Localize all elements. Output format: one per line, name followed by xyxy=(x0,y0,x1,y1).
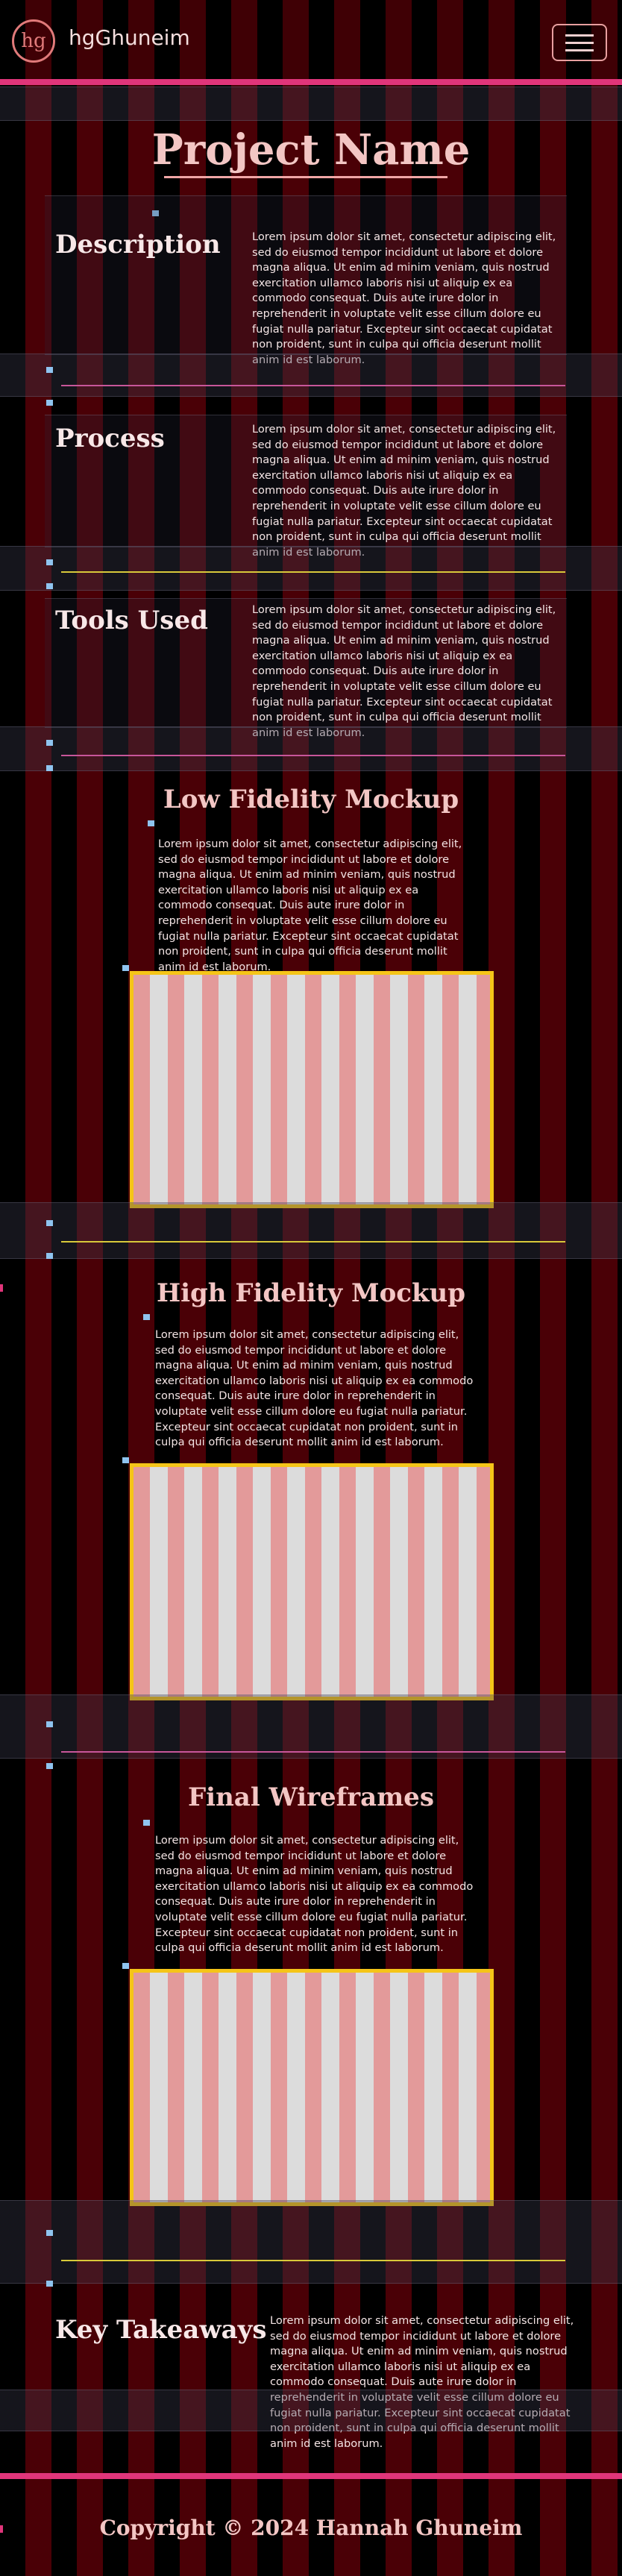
marker-dot xyxy=(46,367,53,373)
low-fi-text: Lorem ipsum dolor sit amet, consectetur … xyxy=(158,838,462,973)
section-band xyxy=(0,1694,622,1759)
section-divider xyxy=(61,385,565,386)
process-title: Process xyxy=(55,424,165,453)
navbar: hg hgGhuneim xyxy=(0,0,622,79)
marker-dot xyxy=(122,1963,129,1969)
high-fi-title: High Fidelity Mockup xyxy=(156,1278,466,1308)
brand-name[interactable]: hgGhuneim xyxy=(69,25,190,50)
wireframes-title: Final Wireframes xyxy=(188,1782,434,1812)
wireframes-text: Lorem ipsum dolor sit amet, consectetur … xyxy=(155,1834,474,1955)
section-divider xyxy=(61,1751,565,1753)
section-divider xyxy=(61,2260,565,2261)
section-divider xyxy=(61,571,565,573)
logo-text: hg xyxy=(21,30,46,52)
marker-dot xyxy=(46,1721,53,1727)
menu-bar xyxy=(565,34,594,37)
section-band xyxy=(0,726,622,771)
footer-divider xyxy=(0,2473,622,2479)
marker-dot xyxy=(46,1220,53,1226)
high-fi-text: Lorem ipsum dolor sit amet, consectetur … xyxy=(155,1328,474,1449)
marker-dot xyxy=(46,583,53,589)
low-fi-title: Low Fidelity Mockup xyxy=(163,785,459,814)
high-fi-mockup-image xyxy=(130,1463,494,1700)
marker-dot xyxy=(46,559,53,565)
marker-dot xyxy=(46,1253,53,1259)
marker-dot xyxy=(122,965,129,971)
section-band xyxy=(0,2200,622,2284)
marker-dot xyxy=(143,1820,150,1826)
section-band xyxy=(0,546,622,591)
tools-text: Lorem ipsum dolor sit amet, consectetur … xyxy=(252,603,556,739)
footer-copyright: Copyright © 2024 Hannah Ghuneim xyxy=(99,2516,523,2540)
page-title: Project Name xyxy=(151,125,471,175)
process-text: Lorem ipsum dolor sit amet, consectetur … xyxy=(252,423,556,559)
marker-dot xyxy=(143,1314,150,1320)
title-underline xyxy=(164,176,447,178)
section-band xyxy=(0,354,622,397)
section-divider xyxy=(61,1241,565,1243)
low-fi-mockup-image xyxy=(130,971,494,1208)
marker-dot xyxy=(46,2230,53,2236)
hamburger-icon[interactable] xyxy=(552,24,607,61)
header-divider xyxy=(0,79,622,85)
marker-dot xyxy=(46,765,53,771)
marker-dot xyxy=(46,400,53,406)
tools-title: Tools Used xyxy=(55,606,208,635)
description-title: Description xyxy=(55,230,221,260)
header-band xyxy=(0,87,622,121)
marker-dot xyxy=(148,820,154,826)
marker-dot xyxy=(46,2281,53,2287)
menu-bar xyxy=(565,49,594,51)
logo[interactable]: hg xyxy=(12,19,55,63)
footer-band xyxy=(0,2390,622,2431)
marker-dot xyxy=(122,1457,129,1463)
marker-dot xyxy=(46,1763,53,1769)
menu-bar xyxy=(565,42,594,44)
takeaways-title: Key Takeaways xyxy=(55,2315,267,2345)
marker-dot xyxy=(46,740,53,746)
description-text: Lorem ipsum dolor sit amet, consectetur … xyxy=(252,230,556,366)
section-divider xyxy=(61,755,565,756)
wireframes-mockup-image xyxy=(130,1969,494,2206)
section-band xyxy=(0,1202,622,1259)
